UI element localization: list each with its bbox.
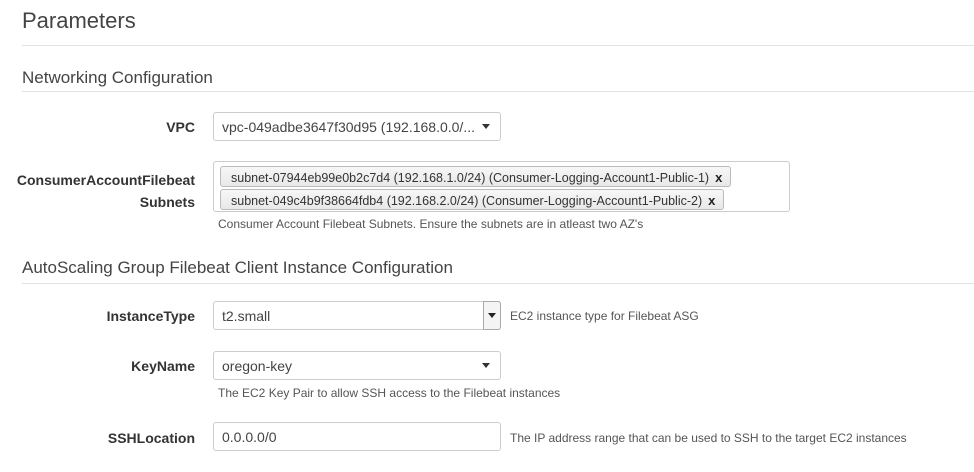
section-heading-networking: Networking Configuration — [22, 68, 213, 87]
key-name-select[interactable]: oregon-key — [213, 351, 501, 380]
ssh-location-input[interactable]: 0.0.0.0/0 — [213, 422, 501, 451]
ssh-location-label: SSHLocation — [107, 430, 195, 446]
subnets-label-line1: ConsumerAccountFilebeat — [16, 172, 195, 188]
ssh-location-value: 0.0.0.0/0 — [222, 429, 277, 445]
subnet-tag: subnet-07944eb99e0b2c7d4 (192.168.1.0/24… — [220, 166, 732, 187]
vpc-value: vpc-049adbe3647f30d95 (192.168.0.0/... — [222, 119, 475, 135]
page-title: Parameters — [22, 8, 136, 33]
subnet-tag: subnet-049c4b9f38664fdb4 (192.168.2.0/24… — [220, 189, 725, 210]
divider — [22, 91, 974, 92]
subnet-tag-label: subnet-07944eb99e0b2c7d4 (192.168.1.0/24… — [231, 171, 710, 185]
subnet-tag-label: subnet-049c4b9f38664fdb4 (192.168.2.0/24… — [231, 194, 703, 208]
subnets-multiselect[interactable]: subnet-07944eb99e0b2c7d4 (192.168.1.0/24… — [213, 161, 790, 212]
key-name-label: KeyName — [131, 358, 195, 374]
subnets-label-line2: Subnets — [139, 194, 195, 210]
instance-type-select[interactable]: t2.small — [213, 301, 501, 330]
ssh-location-help: The IP address range that can be used to… — [510, 431, 907, 445]
instance-type-help: EC2 instance type for Filebeat ASG — [510, 309, 699, 323]
key-name-value: oregon-key — [222, 358, 293, 374]
chevron-down-icon — [482, 363, 490, 368]
instance-type-label: InstanceType — [106, 308, 195, 324]
chevron-down-icon — [482, 124, 490, 129]
close-icon[interactable]: x — [708, 193, 715, 208]
key-name-help: The EC2 Key Pair to allow SSH access to … — [218, 386, 561, 400]
divider — [22, 283, 974, 284]
dropdown-button[interactable] — [483, 301, 501, 330]
vpc-label: VPC — [166, 119, 195, 135]
close-icon[interactable]: x — [715, 170, 722, 185]
vpc-select[interactable]: vpc-049adbe3647f30d95 (192.168.0.0/... — [213, 112, 501, 141]
section-heading-asg: AutoScaling Group Filebeat Client Instan… — [22, 258, 453, 277]
subnets-label: ConsumerAccountFilebeat Subnets — [0, 169, 195, 213]
divider — [22, 45, 974, 46]
subnets-help: Consumer Account Filebeat Subnets. Ensur… — [218, 217, 644, 231]
instance-type-value: t2.small — [222, 308, 271, 324]
chevron-down-icon — [488, 313, 496, 318]
